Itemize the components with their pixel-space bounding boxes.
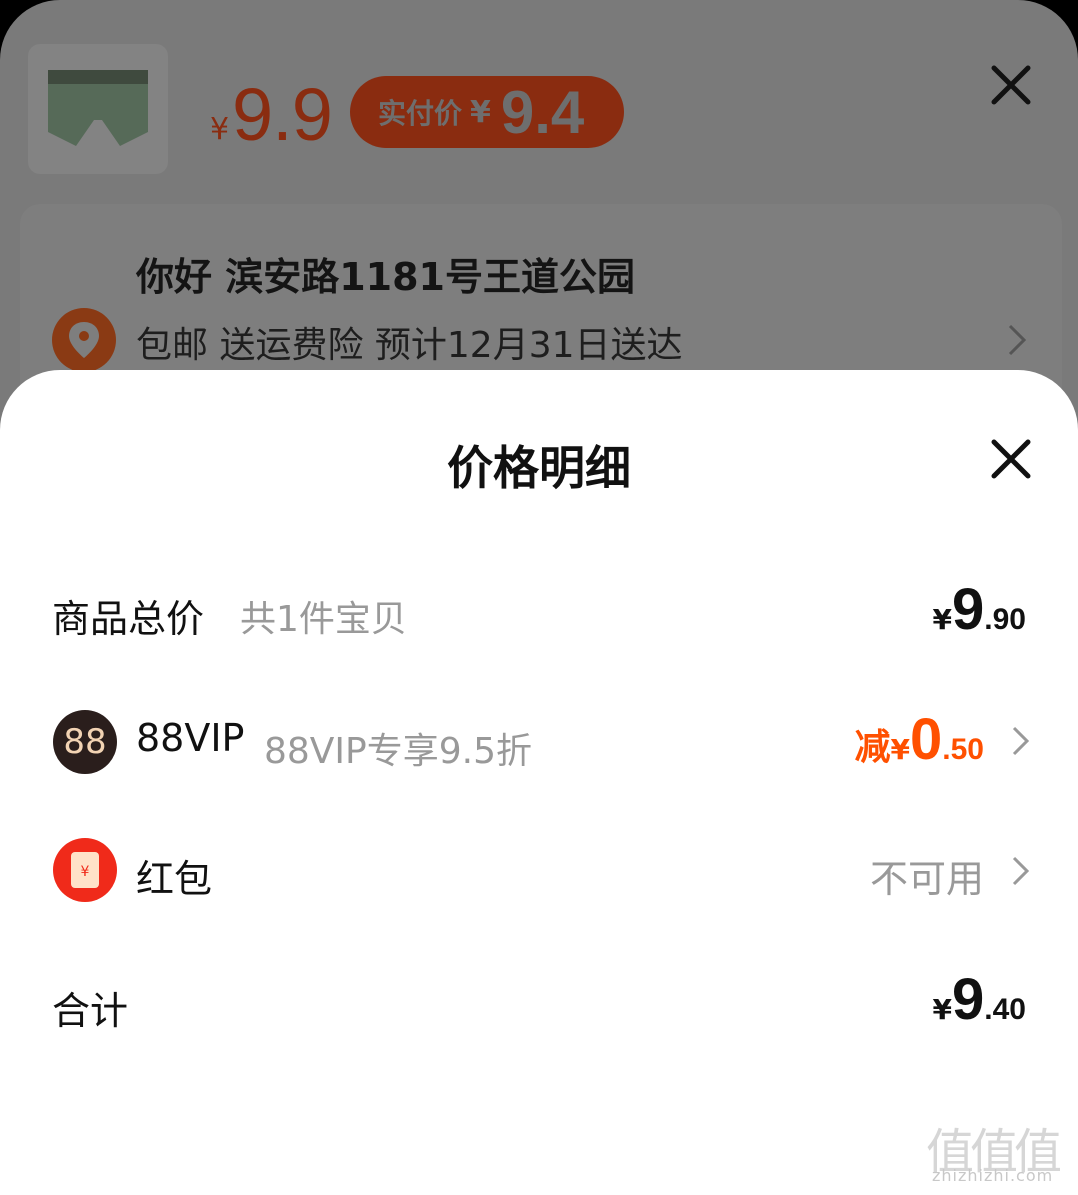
amount-decimal: .90: [984, 603, 1026, 636]
paid-price-pill[interactable]: 实付价 ¥ 9.4: [350, 76, 624, 148]
amount-decimal: .50: [942, 733, 984, 766]
product-thumbnail: [28, 44, 168, 174]
vip-description: 88VIP专享9.5折: [264, 731, 533, 772]
currency-symbol: ¥: [890, 733, 911, 766]
red-packet-icon: ¥: [53, 838, 117, 902]
red-packet-label: 红包: [136, 857, 213, 901]
close-icon[interactable]: [990, 64, 1032, 106]
address-title: 你好 滨安路1181号王道公园: [136, 255, 635, 299]
total-amount: ¥9.40: [933, 966, 1026, 1033]
paid-price-currency: ¥: [470, 94, 491, 130]
paid-price-amount: 9.4: [500, 78, 585, 146]
screen: ¥ 9.9 实付价 ¥ 9.4 你好 滨安路1181号王道公园 包邮 送运费险 …: [0, 0, 1078, 1195]
chevron-right-icon: [1010, 724, 1032, 762]
chevron-right-icon: [1006, 322, 1030, 362]
red-packet-status: 不可用: [869, 857, 984, 901]
goods-total-amount: ¥9.90: [933, 576, 1026, 643]
paid-price-label: 实付价: [378, 97, 463, 130]
currency-symbol: ¥: [932, 993, 953, 1026]
watermark-url: zhizhizhi.com: [932, 1166, 1054, 1185]
amount-integer: 9: [952, 967, 985, 1032]
amount-integer: 9: [952, 577, 985, 642]
discount-prefix: 减: [854, 727, 891, 768]
watermark-logo: 值值值 zhizhizhi.com: [926, 1112, 1072, 1192]
goods-count: 共1件宝贝: [240, 599, 407, 640]
location-pin-icon: [52, 308, 116, 372]
address-subtitle: 包邮 送运费险 预计12月31日送达: [136, 325, 683, 366]
vip-discount-amount: 减¥0.50: [855, 706, 984, 773]
goods-total-label: 商品总价: [52, 597, 205, 641]
sheet-title: 价格明细: [447, 441, 631, 495]
88vip-badge-icon: 88: [53, 710, 117, 774]
amount-decimal: .40: [984, 993, 1026, 1026]
chevron-right-icon: [1010, 854, 1032, 892]
close-icon[interactable]: [990, 438, 1032, 480]
amount-integer: 0: [910, 707, 943, 772]
total-label: 合计: [52, 989, 129, 1033]
currency-symbol: ¥: [932, 603, 953, 636]
vip-label: 88VIP: [136, 716, 245, 760]
price-currency: ¥: [210, 112, 230, 147]
price-detail-sheet: 价格明细 商品总价 共1件宝贝 ¥9.90 88 88VIP 88VIP专享9.…: [0, 370, 1078, 1195]
product-price: 9.9: [232, 73, 333, 156]
red-packet-envelope: ¥: [71, 852, 99, 888]
